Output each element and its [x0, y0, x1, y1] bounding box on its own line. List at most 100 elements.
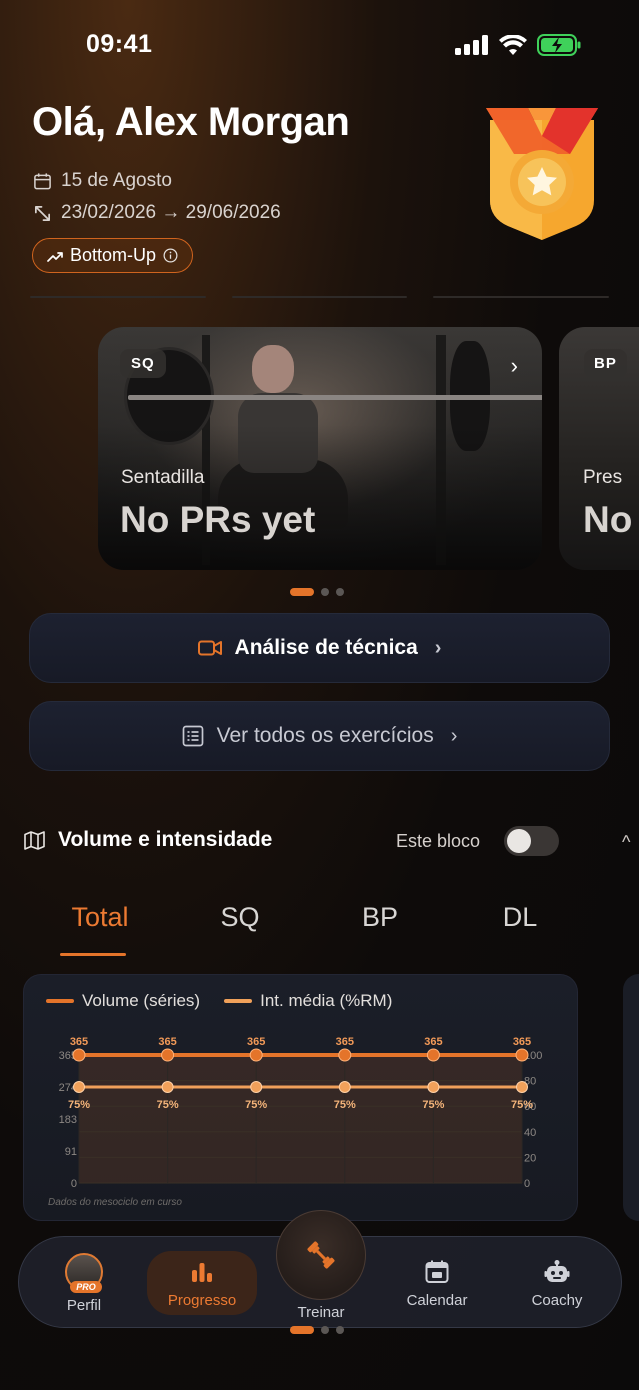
legend-label: Volume (séries) [82, 991, 201, 1010]
chevron-up-icon[interactable]: ^ [622, 832, 630, 853]
tab-sq[interactable]: SQ [170, 902, 310, 958]
nav-item-progresso[interactable]: Progresso [147, 1251, 257, 1315]
nav-label: Calendar [406, 1291, 468, 1309]
home-pagination [290, 1326, 344, 1334]
data-point [161, 1081, 174, 1093]
chart-legend: Volume (séries) Int. média (%RM) [46, 991, 392, 1011]
data-point [515, 1048, 529, 1062]
y-left-tick-label: 91 [65, 1146, 77, 1158]
data-label: 75% [245, 1099, 267, 1111]
next-chart-card[interactable] [623, 974, 639, 1221]
page-dot-active[interactable] [290, 588, 314, 596]
legend-swatch [46, 999, 74, 1003]
lift-pr-text: No [583, 499, 633, 540]
data-point [338, 1048, 352, 1062]
chevron-right-icon: › [434, 636, 442, 659]
calendar-icon [34, 172, 51, 189]
battery-charging-icon [537, 34, 581, 56]
calendar-icon [425, 1260, 449, 1283]
data-point [426, 1048, 440, 1062]
data-point [250, 1081, 263, 1093]
active-tab-indicator [60, 953, 126, 956]
technique-analysis-label: Análise de técnica [234, 636, 418, 659]
data-label: 365 [70, 1036, 88, 1048]
lift-card-squat[interactable]: SQ › Sentadilla No PRs yet [98, 327, 542, 570]
list-icon [182, 725, 203, 747]
lift-tabs: Total SQ BP DL [30, 902, 590, 958]
data-point [161, 1048, 175, 1062]
expand-diagonal-icon [34, 205, 51, 221]
legend-label: Int. média (%RM) [260, 991, 393, 1010]
data-label: 75% [422, 1099, 444, 1111]
trending-up-icon [47, 251, 63, 262]
data-label: 75% [68, 1099, 90, 1111]
chart-plot: 365274183910100806040200365 365 365 365 365 3… [59, 1036, 543, 1190]
lift-name: Sentadilla [121, 467, 205, 488]
data-point [338, 1081, 351, 1093]
block-toggle[interactable] [504, 826, 559, 856]
data-point [72, 1048, 86, 1062]
video-camera-icon [197, 640, 222, 656]
data-label: 365 [158, 1036, 176, 1048]
data-label: 365 [336, 1036, 354, 1048]
y-left-tick-label: 183 [59, 1114, 77, 1126]
current-date: 15 de Agosto [33, 170, 172, 192]
volume-area [79, 1055, 522, 1183]
data-label: 365 [513, 1036, 531, 1048]
block-date-range: 23/02/2026 → 29/06/2026 [33, 202, 281, 224]
info-icon [163, 248, 178, 263]
page-dot [321, 1326, 329, 1334]
divider-row [30, 296, 610, 299]
page-dot[interactable] [321, 588, 329, 596]
data-point [516, 1081, 528, 1093]
data-point [73, 1081, 85, 1093]
lift-pr-text: No PRs yet [120, 499, 316, 540]
y-right-tick-label: 0 [524, 1178, 530, 1190]
medal-icon[interactable] [484, 106, 600, 242]
carousel-pagination [290, 588, 344, 596]
cellular-signal-icon [455, 35, 488, 55]
all-exercises-button[interactable]: Ver todos os exercícios › [29, 701, 610, 771]
avatar: PRO [65, 1252, 103, 1293]
pro-badge: PRO [70, 1280, 102, 1293]
tab-total[interactable]: Total [30, 902, 170, 958]
status-time: 09:41 [86, 30, 153, 58]
nav-item-calendar[interactable]: Calendar [391, 1237, 483, 1329]
data-label: 365 [424, 1036, 442, 1048]
chevron-right-icon: › [510, 353, 518, 378]
lift-card-bench[interactable]: BP Pres No [559, 327, 639, 570]
lift-tag: SQ [120, 349, 166, 378]
volume-section-title-text: Volume e intensidade [58, 828, 273, 851]
bar-chart-icon [192, 1262, 212, 1282]
legend-item-intensity: Int. média (%RM) [224, 991, 392, 1011]
nav-label: Perfil [66, 1296, 102, 1314]
chart-footnote: Dados do mesociclo em curso [48, 1197, 182, 1208]
tab-dl[interactable]: DL [450, 902, 590, 958]
legend-item-volume: Volume (séries) [46, 991, 200, 1011]
tab-bp[interactable]: BP [310, 902, 450, 958]
nav-item-coachy[interactable]: Coachy [515, 1237, 599, 1329]
nav-label: Coachy [531, 1291, 583, 1309]
data-label: 365 [247, 1036, 265, 1048]
status-icons [455, 34, 581, 56]
y-left-tick-label: 0 [71, 1178, 77, 1190]
nav-item-perfil[interactable]: PRO Perfil [49, 1237, 119, 1329]
train-button[interactable] [276, 1210, 366, 1300]
wifi-icon [499, 35, 527, 55]
method-chip[interactable]: Bottom-Up [32, 238, 194, 273]
block-date-range-text: 23/02/2026 → 29/06/2026 [61, 202, 281, 223]
current-date-text: 15 de Agosto [61, 170, 172, 191]
y-right-tick-label: 20 [524, 1152, 536, 1164]
data-label: 75% [334, 1099, 356, 1111]
lift-name: Pres [583, 467, 623, 488]
method-chip-label: Bottom-Up [70, 245, 157, 265]
data-point [249, 1048, 263, 1062]
map-icon [24, 830, 45, 850]
volume-intensity-chart: 365 274 183 91 0 100 80 60 40 20 0 365 365 365 365 365 3… [23, 974, 578, 1221]
chevron-right-icon: › [450, 724, 458, 747]
page-dot [336, 1326, 344, 1334]
page-dot[interactable] [336, 588, 344, 596]
y-right-tick-label: 40 [524, 1127, 536, 1139]
all-exercises-label: Ver todos os exercícios [216, 724, 434, 747]
technique-analysis-button[interactable]: Análise de técnica › [29, 613, 610, 683]
